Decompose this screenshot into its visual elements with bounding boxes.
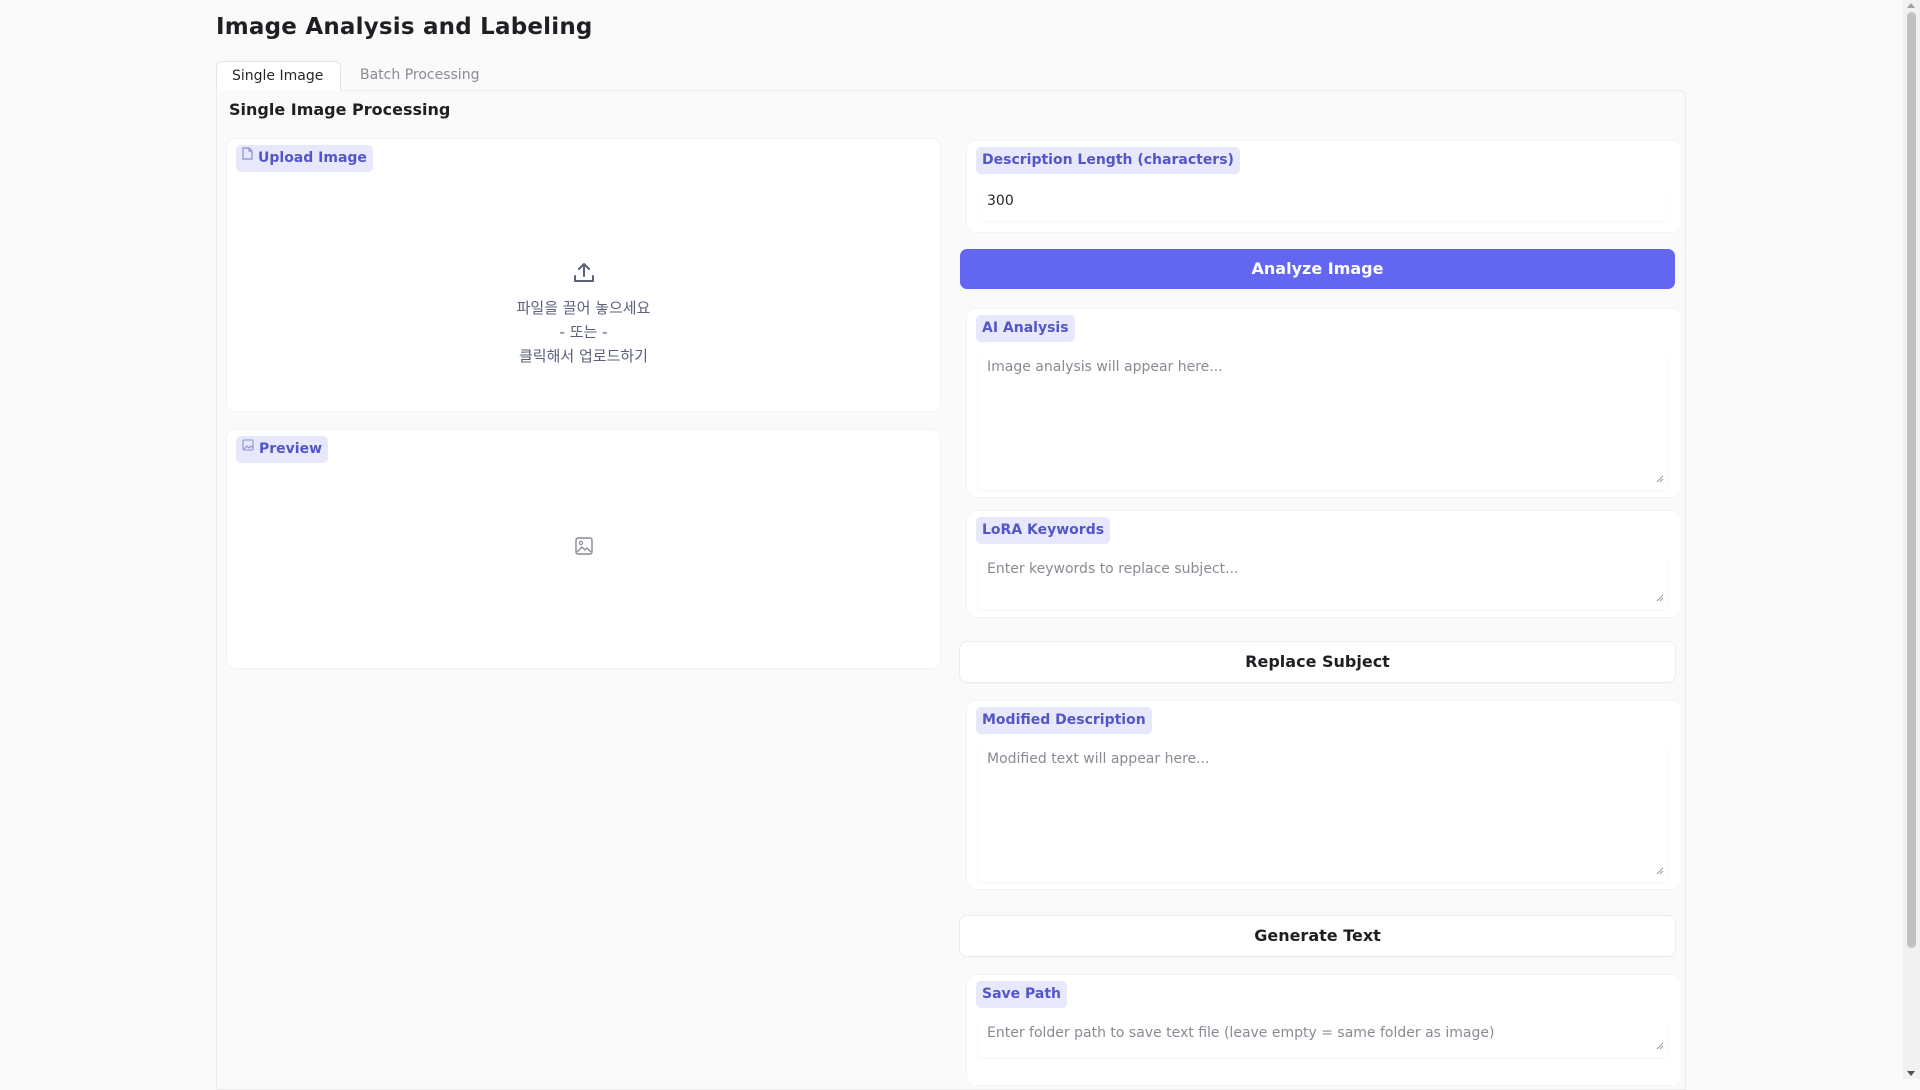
analyze-image-button[interactable]: Analyze Image [960,249,1675,289]
save-path-label: Save Path [976,981,1068,1008]
preview-panel: Preview [227,430,940,668]
replace-subject-button[interactable]: Replace Subject [960,642,1675,682]
modified-description-textarea[interactable]: Modified text will appear here... [978,741,1668,882]
image-placeholder-icon [575,537,593,559]
preview-label: Preview [236,434,329,463]
upload-icon [227,261,940,292]
lora-keywords-placeholder: Enter keywords to replace subject... [987,561,1239,577]
app-title: Image Analysis and Labeling [216,14,593,40]
save-path-placeholder: Enter folder path to save text file (lea… [987,1025,1495,1041]
upload-dropzone[interactable]: Upload Image 파일을 끌어 놓으세요 - 또는 - 클릭해서 업로드… [227,139,940,411]
upload-instructions: 파일을 끌어 놓으세요 - 또는 - 클릭해서 업로드하기 [227,261,940,368]
lora-keywords-label: LoRA Keywords [976,517,1111,544]
tab-batch-processing[interactable]: Batch Processing [345,61,494,91]
resize-handle-icon[interactable] [1656,590,1664,606]
scrollbar-thumb[interactable] [1907,12,1916,948]
description-length-block: Description Length (characters) 300 [967,141,1681,232]
resize-handle-icon[interactable] [1656,863,1664,879]
modified-description-block: Modified Description Modified text will … [967,701,1681,889]
modified-description-label: Modified Description [976,707,1152,734]
description-length-label: Description Length (characters) [976,147,1240,174]
scroll-up-icon[interactable] [1907,3,1915,8]
or-text: - 또는 - [559,323,608,341]
click-upload-text: 클릭해서 업로드하기 [519,347,648,365]
ai-analysis-textarea[interactable]: Image analysis will appear here... [978,349,1668,490]
section-title: Single Image Processing [229,100,451,119]
preview-label-text: Preview [259,441,323,457]
vertical-scrollbar[interactable] [1903,0,1920,1079]
scroll-down-icon[interactable] [1907,1071,1915,1076]
single-image-panel: Single Image Processing Upload Image 파일을… [216,90,1686,1090]
description-length-input[interactable]: 300 [978,181,1668,221]
file-icon [242,143,253,170]
modified-description-placeholder: Modified text will appear here... [987,751,1210,767]
drop-text: 파일을 끌어 놓으세요 [516,299,651,317]
ai-analysis-placeholder: Image analysis will appear here... [987,359,1223,375]
upload-label-text: Upload Image [258,150,367,166]
save-path-textarea[interactable]: Enter folder path to save text file (lea… [978,1015,1668,1057]
tab-single-image[interactable]: Single Image [216,61,341,91]
save-path-block: Save Path Enter folder path to save text… [967,975,1681,1085]
ai-analysis-block: AI Analysis Image analysis will appear h… [967,309,1681,497]
resize-handle-icon[interactable] [1656,1038,1664,1054]
generate-text-button[interactable]: Generate Text [960,916,1675,956]
ai-analysis-label: AI Analysis [976,315,1075,342]
image-icon [242,434,254,461]
lora-keywords-textarea[interactable]: Enter keywords to replace subject... [978,551,1668,609]
lora-keywords-block: LoRA Keywords Enter keywords to replace … [967,511,1681,617]
page: Image Analysis and Labeling Single Image… [216,0,1688,1090]
upload-label: Upload Image [236,145,373,172]
resize-handle-icon[interactable] [1656,471,1664,487]
